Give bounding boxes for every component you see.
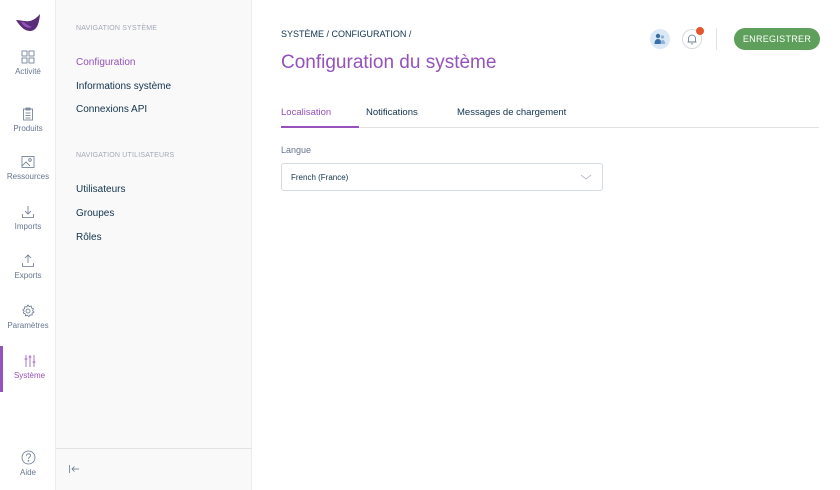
logo-icon[interactable] xyxy=(15,12,41,34)
rail-item-imports[interactable]: Imports xyxy=(0,205,56,249)
subnav-item-utilisateurs[interactable]: Utilisateurs xyxy=(76,184,125,195)
rail-item-label: Exports xyxy=(14,271,42,280)
tab-messages-de-chargement[interactable]: Messages de chargement xyxy=(457,107,566,118)
chevron-down-icon xyxy=(580,174,592,180)
sliders-icon xyxy=(24,355,35,367)
notifications-button[interactable] xyxy=(682,27,704,49)
system-subnav: NAVIGATION SYSTÈME Configuration Informa… xyxy=(56,0,252,490)
subnav-item-informations-systeme[interactable]: Informations système xyxy=(76,81,171,92)
rail-item-label: Activité xyxy=(15,67,41,76)
header-divider xyxy=(716,28,717,50)
rail-item-parametres[interactable]: Paramètres xyxy=(0,304,56,348)
subnav-item-roles[interactable]: Rôles xyxy=(76,232,102,243)
rail-item-label: Système xyxy=(13,371,46,380)
rail-item-label: Produits xyxy=(13,124,43,133)
rail-item-produits[interactable]: Produits xyxy=(0,107,56,151)
clipboard-icon xyxy=(23,107,33,121)
notification-dot xyxy=(696,27,704,35)
export-icon xyxy=(22,254,34,267)
active-tab-indicator xyxy=(281,126,359,128)
rail-item-label: Aide xyxy=(19,468,36,477)
help-icon xyxy=(21,450,35,465)
rail-item-ressources[interactable]: Ressources xyxy=(0,155,56,199)
subnav-item-groupes[interactable]: Groupes xyxy=(76,208,114,219)
gear-icon xyxy=(22,304,35,318)
config-tabs: Localisation Notifications Messages de c… xyxy=(281,100,819,128)
collapse-panel-icon[interactable] xyxy=(68,464,80,474)
language-select[interactable]: French (France) xyxy=(281,163,603,191)
users-nav-heading: NAVIGATION UTILISATEURS xyxy=(76,152,175,159)
rail-item-activite[interactable]: Activité xyxy=(0,50,56,94)
language-label: Langue xyxy=(281,145,312,155)
user-avatar-icon xyxy=(654,33,666,44)
language-select-value: French (France) xyxy=(291,173,349,182)
rail-item-label: Ressources xyxy=(6,172,50,181)
save-button[interactable]: ENREGISTRER xyxy=(734,28,820,50)
rail-item-label: Imports xyxy=(14,222,42,231)
rail-item-label: Paramètres xyxy=(7,321,49,330)
system-nav-heading: NAVIGATION SYSTÈME xyxy=(76,25,158,32)
page-title: Configuration du système xyxy=(281,52,497,73)
rail-item-systeme[interactable]: Système xyxy=(0,346,56,392)
subnav-item-configuration[interactable]: Configuration xyxy=(76,57,135,68)
main-nav-rail: Activité Produits Ressources Imports Exp… xyxy=(0,0,56,490)
rail-item-exports[interactable]: Exports xyxy=(0,254,56,298)
import-icon xyxy=(22,206,34,218)
subnav-item-connexions-api[interactable]: Connexions API xyxy=(76,104,147,115)
main-content: SYSTÈME / CONFIGURATION / Configuration … xyxy=(252,0,840,490)
user-avatar[interactable] xyxy=(650,29,670,49)
subnav-footer xyxy=(56,448,252,490)
tab-notifications[interactable]: Notifications xyxy=(366,107,418,118)
tab-localisation[interactable]: Localisation xyxy=(281,107,331,118)
breadcrumb[interactable]: SYSTÈME / CONFIGURATION / xyxy=(281,29,411,39)
image-icon xyxy=(21,156,35,168)
dashboard-grid-icon xyxy=(21,50,35,64)
rail-item-aide[interactable]: Aide xyxy=(0,450,56,490)
